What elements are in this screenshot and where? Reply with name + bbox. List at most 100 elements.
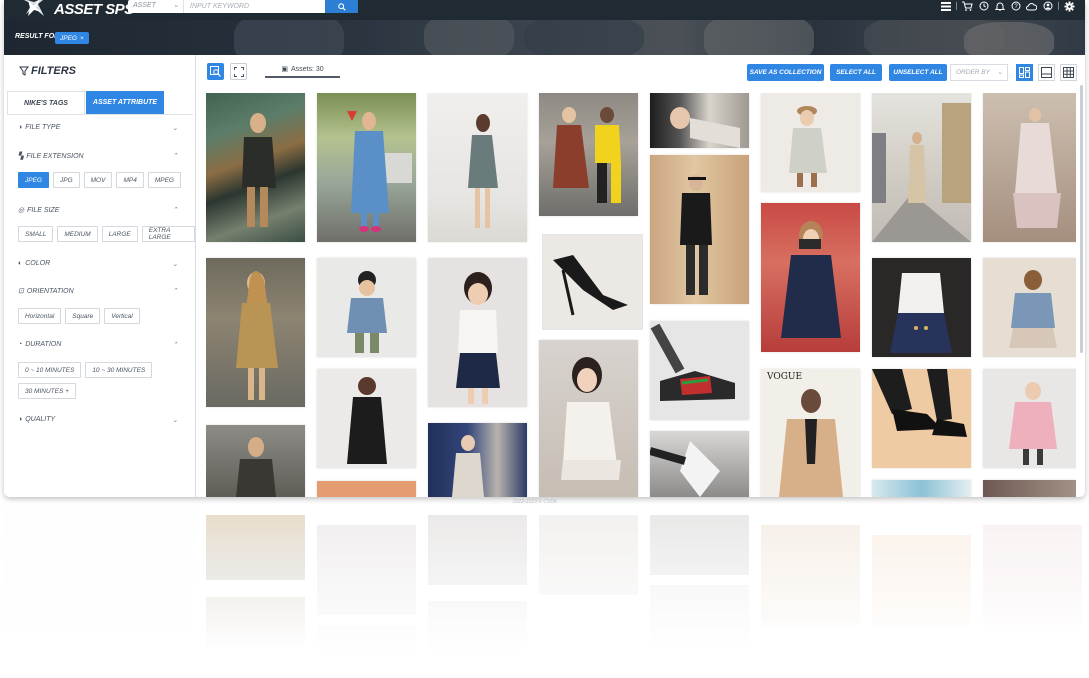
asset-thumbnail[interactable]	[650, 431, 749, 497]
fullscreen-button[interactable]	[230, 63, 247, 80]
image-search-button[interactable]	[207, 63, 224, 80]
chevron-down-icon: ⌄	[172, 125, 178, 132]
asset-thumbnail[interactable]	[206, 258, 305, 407]
duration-options-2: 30 MINUTES +	[18, 383, 76, 399]
option-mp4[interactable]: MP4	[116, 172, 144, 188]
asset-thumbnail[interactable]	[428, 423, 527, 497]
option-30-minutes-plus[interactable]: 30 MINUTES +	[18, 383, 76, 399]
option-small[interactable]: SMALL	[18, 226, 54, 242]
history-icon[interactable]	[978, 1, 989, 12]
option-vertical[interactable]: Vertical	[104, 308, 140, 324]
asset-thumbnail[interactable]	[650, 321, 749, 420]
scrollbar[interactable]	[1080, 85, 1083, 353]
cloud-icon[interactable]	[1026, 1, 1037, 12]
asset-thumbnail[interactable]	[317, 369, 416, 468]
asset-thumbnail[interactable]	[872, 258, 971, 357]
section-color[interactable]: ◐ COLOR ⌄	[18, 260, 178, 268]
option-jpeg[interactable]: JPEG	[18, 172, 49, 188]
bell-icon[interactable]	[994, 1, 1005, 12]
asset-gallery: VOGUE	[206, 93, 1076, 497]
asset-thumbnail[interactable]	[317, 258, 416, 357]
filter-sidebar: FILTERS NIKE'S TAGS ASSET ATTRIBUTE ◑ FI…	[4, 55, 196, 497]
chevron-down-icon: ⌄	[172, 417, 178, 424]
filter-tabs: NIKE'S TAGS ASSET ATTRIBUTE	[7, 91, 193, 115]
cart-icon[interactable]	[962, 1, 973, 12]
search-icon	[337, 2, 346, 11]
asset-thumbnail[interactable]	[761, 203, 860, 352]
asset-thumbnail[interactable]	[206, 93, 305, 242]
close-icon[interactable]: ×	[80, 35, 84, 42]
asset-thumbnail[interactable]	[542, 234, 643, 330]
search-scope-label: ASSET	[133, 2, 156, 9]
grid-view-icon	[1063, 67, 1074, 78]
result-for-label: RESULT FOR	[15, 33, 60, 40]
option-0-10-minutes[interactable]: 0 ~ 10 MINUTES	[18, 362, 82, 378]
asset-thumbnail[interactable]	[983, 369, 1076, 468]
duration-options: 0 ~ 10 MINUTES 10 ~ 30 MINUTES	[18, 362, 153, 378]
asset-thumbnail[interactable]	[206, 425, 305, 497]
grid-view-button[interactable]	[1060, 64, 1077, 81]
option-medium[interactable]: MEDIUM	[57, 226, 98, 242]
option-large[interactable]: LARGE	[101, 226, 138, 242]
asset-thumbnail[interactable]: VOGUE	[761, 369, 860, 497]
asset-thumbnail[interactable]	[761, 93, 860, 192]
option-square[interactable]: Square	[65, 308, 101, 324]
help-icon[interactable]: ?	[1010, 1, 1021, 12]
color-icon: ◐	[18, 260, 23, 267]
section-label: DURATION	[25, 341, 62, 348]
filter-chip[interactable]: JPEG ×	[55, 32, 89, 44]
asset-thumbnail[interactable]	[983, 258, 1076, 357]
main-panel: ▣ Assets: 30 SAVE AS COLLECTION SELECT A…	[196, 55, 1085, 497]
asset-thumbnail[interactable]	[983, 93, 1076, 242]
hero-banner: RESULT FOR JPEG ×	[4, 20, 1085, 55]
chevron-up-icon: ⌃	[172, 342, 178, 349]
section-orientation[interactable]: ⊡ ORIENTATION ⌃	[18, 287, 178, 296]
asset-thumbnail[interactable]	[317, 481, 416, 497]
asset-thumbnail[interactable]	[872, 480, 971, 497]
option-horizontal[interactable]: Horizontal	[18, 308, 62, 324]
option-mpeg[interactable]: MPEG	[147, 172, 181, 188]
asset-thumbnail[interactable]	[650, 93, 749, 148]
user-icon[interactable]	[1042, 1, 1053, 12]
section-file-extension[interactable]: ▚ FILE EXTENSION ⌃	[18, 152, 178, 161]
section-label: FILE SIZE	[27, 206, 60, 214]
gear-icon[interactable]	[1064, 0, 1075, 12]
asset-thumbnail[interactable]	[983, 480, 1076, 497]
list-view-button[interactable]	[1038, 64, 1055, 81]
file-type-icon: ◑	[18, 124, 23, 131]
tab-nikes-tags[interactable]: NIKE'S TAGS	[7, 91, 85, 114]
magazine-title: VOGUE	[767, 372, 803, 382]
search-scope-select[interactable]: ASSET ⌄	[128, 0, 184, 13]
section-quality[interactable]: ◑ QUALITY ⌄	[18, 416, 178, 424]
asset-thumbnail[interactable]	[872, 93, 971, 242]
asset-thumbnail[interactable]	[872, 369, 971, 468]
save-as-collection-button[interactable]: SAVE AS COLLECTION	[747, 64, 824, 81]
order-by-select[interactable]: ORDER BY ⌄	[950, 64, 1008, 81]
option-10-30-minutes[interactable]: 10 ~ 30 MINUTES	[85, 362, 153, 378]
section-file-type[interactable]: ◑ FILE TYPE ⌄	[18, 124, 178, 132]
option-jpg[interactable]: JPG	[52, 172, 80, 188]
search-input[interactable]	[186, 0, 332, 13]
chevron-down-icon: ⌄	[173, 2, 179, 9]
reflection-effect	[4, 505, 1085, 678]
asset-thumbnail[interactable]	[650, 155, 749, 304]
select-all-button[interactable]: SELECT ALL	[830, 64, 882, 81]
chevron-down-icon: ⌄	[997, 69, 1003, 76]
option-extra-large[interactable]: EXTRA LARGE	[141, 226, 195, 242]
top-bar: ASSET SPS ASSET ⌄ ?	[4, 0, 1085, 20]
orientation-icon: ⊡	[18, 288, 24, 295]
search-button[interactable]	[325, 0, 358, 13]
option-mov[interactable]: MOV	[83, 172, 113, 188]
list-icon[interactable]	[940, 1, 951, 12]
section-duration[interactable]: ◔ DURATION ⌃	[18, 341, 178, 349]
section-file-size[interactable]: ◎ FILE SIZE ⌃	[18, 206, 178, 215]
extension-options: JPEG JPG MOV MP4 MPEG	[18, 172, 181, 188]
unselect-all-button[interactable]: UNSELECT ALL	[889, 64, 947, 81]
asset-thumbnail[interactable]	[428, 93, 527, 242]
asset-thumbnail[interactable]	[539, 93, 638, 216]
masonry-view-button[interactable]	[1016, 64, 1033, 81]
asset-thumbnail[interactable]	[539, 340, 638, 497]
tab-asset-attribute[interactable]: ASSET ATTRIBUTE	[86, 91, 164, 114]
asset-thumbnail[interactable]	[317, 93, 416, 242]
asset-thumbnail[interactable]	[428, 258, 527, 407]
